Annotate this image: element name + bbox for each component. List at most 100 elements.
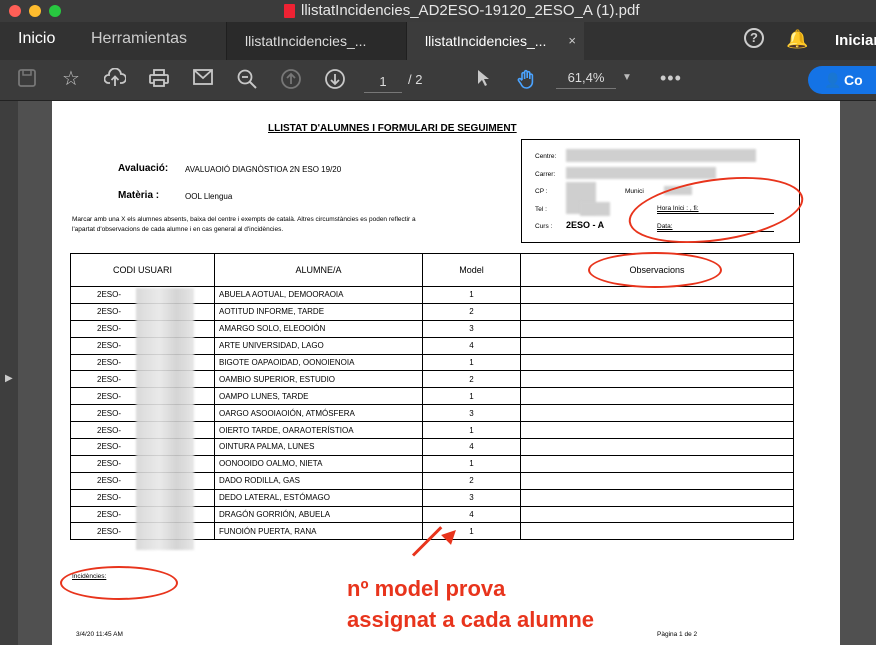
bell-icon[interactable]: 🔔: [786, 29, 808, 50]
cell-name: AMARGO SOLO, ELEOOIÓN: [214, 319, 423, 338]
cell-model: 1: [422, 353, 521, 372]
zoom-field[interactable]: 61,4%: [556, 70, 616, 89]
redacted-centre: [566, 149, 756, 162]
close-icon[interactable]: ×: [568, 22, 576, 60]
page-total: / 2: [408, 72, 423, 87]
cell-model: 4: [422, 505, 521, 524]
close-window-button[interactable]: [9, 5, 21, 17]
expand-panel-icon[interactable]: ▶: [5, 373, 13, 384]
cell-model: 3: [422, 404, 521, 423]
cell-observacions[interactable]: [520, 336, 794, 355]
tab-document-1[interactable]: llistatIncidencies_...: [226, 22, 406, 60]
annotation-ellipse-observacions: [588, 252, 722, 288]
cell-model: 1: [422, 387, 521, 406]
cell-model: 3: [422, 319, 521, 338]
nav-home[interactable]: Inicio: [18, 30, 55, 48]
cell-model: 3: [422, 488, 521, 507]
cell-name: DEDO LATERAL, ESTÓMAGO: [214, 488, 423, 507]
tab-document-2[interactable]: llistatIncidencies_... ×: [406, 22, 584, 60]
cell-model: 4: [422, 336, 521, 355]
cell-model: 1: [422, 421, 521, 440]
tab-label: llistatIncidencies_...: [245, 33, 367, 49]
materia-label: Matèria :: [118, 190, 160, 201]
upload-icon[interactable]: [102, 67, 128, 93]
print-icon[interactable]: [146, 68, 172, 93]
window-title: llistatIncidencies_AD2ESO-19120_2ESO_A (…: [301, 2, 640, 19]
more-icon[interactable]: •••: [660, 68, 682, 89]
nav-tools[interactable]: Herramientas: [91, 30, 187, 48]
cell-observacions[interactable]: [520, 302, 794, 321]
annotation-text-line-1: nº model prova: [347, 576, 506, 601]
cell-name: OAMBIO SUPERIOR, ESTUDIO: [214, 370, 423, 389]
mail-icon[interactable]: [190, 68, 216, 91]
avaluacio-value: AVALUAOIÓ DIAGNÒSTIOA 2N ESO 19/20: [185, 165, 342, 174]
cell-observacions[interactable]: [520, 522, 794, 541]
cell-model: 2: [422, 370, 521, 389]
cell-observacions[interactable]: [520, 286, 794, 304]
cell-name: OAMPO LUNES, TARDE: [214, 387, 423, 406]
share-label: Co: [844, 72, 863, 88]
page-down-icon[interactable]: [322, 68, 348, 95]
page-up-icon[interactable]: [278, 68, 304, 95]
footer-page: Pàgina 1 de 2: [657, 631, 698, 638]
header-alumne: ALUMNE/A: [214, 253, 423, 287]
curs-value: 2ESO - A: [566, 220, 605, 230]
cell-observacions[interactable]: [520, 421, 794, 440]
left-panel-strip: ▶: [0, 101, 18, 645]
signin-link[interactable]: Iniciar: [835, 32, 876, 49]
cell-name: ARTE UNIVERSIDAD, LAGO: [214, 336, 423, 355]
title-bar: llistatIncidencies_AD2ESO-19120_2ESO_A (…: [0, 0, 876, 22]
cell-name: OIERTO TARDE, OARAOTERÍSTIOA: [214, 421, 423, 440]
cell-observacions[interactable]: [520, 471, 794, 490]
cp-label: CP :: [535, 188, 548, 195]
zoom-out-icon[interactable]: [234, 68, 260, 95]
cell-name: OARGO ASOOIAOIÓN, ATMÓSFERA: [214, 404, 423, 423]
avaluacio-label: Avaluació:: [118, 163, 169, 174]
cell-observacions[interactable]: [520, 505, 794, 524]
cell-name: FUNOIÓN PUERTA, RANA: [214, 522, 423, 541]
instructions-line-2: l'apartat d'observacions de cada alumne …: [72, 226, 284, 233]
cell-observacions[interactable]: [520, 353, 794, 372]
instructions-line-1: Marcar amb una X els alumnes absents, ba…: [72, 216, 416, 223]
carrer-label: Carrer:: [535, 171, 556, 178]
annotation-ellipse-incidencies: [60, 566, 178, 600]
cell-name: ABUELA AOTUAL, DEMOORAOIA: [214, 286, 423, 304]
cell-name: DRAGÓN GORRIÓN, ABUELA: [214, 505, 423, 524]
cell-model: 2: [422, 302, 521, 321]
pdf-file-icon: [284, 4, 295, 18]
curs-label: Curs :: [535, 223, 553, 230]
cell-name: DADO RODILLA, GAS: [214, 471, 423, 490]
minimize-window-button[interactable]: [29, 5, 41, 17]
cell-name: OONOOIDO OALMO, NIETA: [214, 454, 423, 473]
zoom-window-button[interactable]: [49, 5, 61, 17]
cell-observacions[interactable]: [520, 438, 794, 456]
municipi-label: Munici: [625, 188, 644, 195]
cell-observacions[interactable]: [520, 488, 794, 507]
share-button[interactable]: 👤 Co: [808, 66, 876, 94]
cell-model: 4: [422, 438, 521, 456]
cell-observacions[interactable]: [520, 319, 794, 338]
header-model: Model: [422, 253, 521, 287]
help-icon[interactable]: ?: [744, 28, 764, 48]
cell-model: 1: [422, 286, 521, 304]
annotation-text-line-2: assignat a cada alumne: [347, 607, 594, 632]
star-icon[interactable]: ☆: [58, 68, 84, 90]
cell-observacions[interactable]: [520, 370, 794, 389]
document-title: LLISTAT D'ALUMNES I FORMULARI DE SEGUIME…: [268, 123, 517, 134]
cell-observacions[interactable]: [520, 387, 794, 406]
cell-model: 2: [422, 471, 521, 490]
cell-observacions[interactable]: [520, 404, 794, 423]
redacted-tel: [580, 202, 610, 216]
cell-name: OINTURA PALMA, LUNES: [214, 438, 423, 456]
cell-name: AOTITUD INFORME, TARDE: [214, 302, 423, 321]
page-number-input[interactable]: [364, 70, 402, 93]
cell-observacions[interactable]: [520, 454, 794, 473]
chevron-down-icon[interactable]: ▼: [622, 72, 632, 83]
materia-value: OOL Llengua: [185, 192, 233, 201]
select-arrow-icon[interactable]: [470, 68, 496, 93]
save-icon[interactable]: [14, 68, 40, 93]
tel-label: Tel :: [535, 206, 547, 213]
toolbar: ☆ / 2 61,4% ▼ ••• 👤 Co: [0, 60, 876, 101]
hand-icon[interactable]: [514, 68, 540, 95]
tab-bar: Inicio Herramientas llistatIncidencies_.…: [0, 22, 876, 60]
